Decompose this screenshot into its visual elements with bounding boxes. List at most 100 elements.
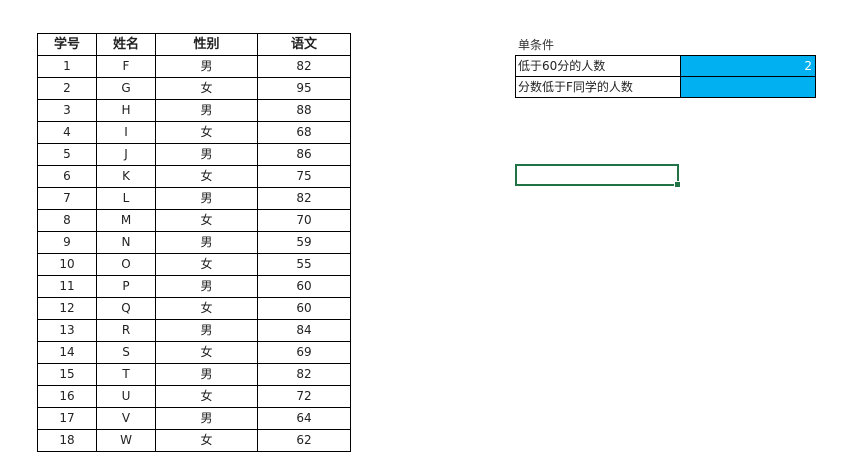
cell-chinese[interactable]: 62 xyxy=(257,429,351,452)
fill-handle[interactable] xyxy=(674,181,681,188)
cell-id[interactable]: 5 xyxy=(37,143,97,166)
table-row: 4 I 女 68 xyxy=(37,121,351,144)
cell-gender[interactable]: 女 xyxy=(155,385,258,408)
cell-id[interactable]: 12 xyxy=(37,297,97,320)
cell-chinese[interactable]: 69 xyxy=(257,341,351,364)
cell-name[interactable]: N xyxy=(96,231,156,254)
cell-gender[interactable]: 男 xyxy=(155,143,258,166)
condition-label[interactable]: 分数低于F同学的人数 xyxy=(515,76,681,98)
table-row: 3 H 男 88 xyxy=(37,99,351,122)
cell-gender[interactable]: 女 xyxy=(155,297,258,320)
cell-name[interactable]: O xyxy=(96,253,156,276)
table-row: 8 M 女 70 xyxy=(37,209,351,232)
cell-name[interactable]: J xyxy=(96,143,156,166)
cell-id[interactable]: 10 xyxy=(37,253,97,276)
cell-id[interactable]: 1 xyxy=(37,55,97,78)
table-row: 2 G 女 95 xyxy=(37,77,351,100)
cell-id[interactable]: 3 xyxy=(37,99,97,122)
cell-gender[interactable]: 男 xyxy=(155,187,258,210)
cell-chinese[interactable]: 64 xyxy=(257,407,351,430)
cell-name[interactable]: G xyxy=(96,77,156,100)
condition-value[interactable] xyxy=(680,76,816,98)
header-gender[interactable]: 性别 xyxy=(155,33,258,56)
cell-id[interactable]: 14 xyxy=(37,341,97,364)
cell-gender[interactable]: 男 xyxy=(155,231,258,254)
table-row: 6 K 女 75 xyxy=(37,165,351,188)
table-row: 13 R 男 84 xyxy=(37,319,351,342)
cell-chinese[interactable]: 72 xyxy=(257,385,351,408)
cell-id[interactable]: 15 xyxy=(37,363,97,386)
table-row: 10 O 女 55 xyxy=(37,253,351,276)
cell-chinese[interactable]: 70 xyxy=(257,209,351,232)
cell-gender[interactable]: 女 xyxy=(155,429,258,452)
cell-chinese[interactable]: 86 xyxy=(257,143,351,166)
cell-id[interactable]: 2 xyxy=(37,77,97,100)
cell-chinese[interactable]: 82 xyxy=(257,187,351,210)
section-title[interactable]: 单条件 xyxy=(518,36,554,53)
cell-chinese[interactable]: 60 xyxy=(257,297,351,320)
cell-name[interactable]: I xyxy=(96,121,156,144)
header-chinese[interactable]: 语文 xyxy=(257,33,351,56)
table-row: 16 U 女 72 xyxy=(37,385,351,408)
cell-name[interactable]: S xyxy=(96,341,156,364)
cell-name[interactable]: K xyxy=(96,165,156,188)
table-row: 5 J 男 86 xyxy=(37,143,351,166)
selected-cell[interactable] xyxy=(515,164,681,188)
cell-id[interactable]: 4 xyxy=(37,121,97,144)
cell-chinese[interactable]: 60 xyxy=(257,275,351,298)
cell-name[interactable]: W xyxy=(96,429,156,452)
cell-id[interactable]: 9 xyxy=(37,231,97,254)
cell-gender[interactable]: 女 xyxy=(155,165,258,188)
cell-name[interactable]: F xyxy=(96,55,156,78)
cell-name[interactable]: P xyxy=(96,275,156,298)
cell-id[interactable]: 17 xyxy=(37,407,97,430)
cell-id[interactable]: 18 xyxy=(37,429,97,452)
cell-gender[interactable]: 男 xyxy=(155,99,258,122)
cell-chinese[interactable]: 95 xyxy=(257,77,351,100)
cell-name[interactable]: V xyxy=(96,407,156,430)
cell-gender[interactable]: 男 xyxy=(155,275,258,298)
cell-chinese[interactable]: 82 xyxy=(257,363,351,386)
cell-id[interactable]: 13 xyxy=(37,319,97,342)
cell-gender[interactable]: 男 xyxy=(155,407,258,430)
cell-chinese[interactable]: 75 xyxy=(257,165,351,188)
cell-name[interactable]: R xyxy=(96,319,156,342)
header-name[interactable]: 姓名 xyxy=(96,33,156,56)
table-row: 14 S 女 69 xyxy=(37,341,351,364)
cell-id[interactable]: 6 xyxy=(37,165,97,188)
condition-row: 分数低于F同学的人数 xyxy=(515,76,816,98)
cell-chinese[interactable]: 84 xyxy=(257,319,351,342)
table-row: 18 W 女 62 xyxy=(37,429,351,452)
cell-chinese[interactable]: 59 xyxy=(257,231,351,254)
table-row: 15 T 男 82 xyxy=(37,363,351,386)
table-header-row: 学号 姓名 性别 语文 xyxy=(37,33,351,56)
cell-chinese[interactable]: 55 xyxy=(257,253,351,276)
condition-label[interactable]: 低于60分的人数 xyxy=(515,55,681,77)
cell-gender[interactable]: 女 xyxy=(155,341,258,364)
cell-id[interactable]: 11 xyxy=(37,275,97,298)
cell-id[interactable]: 8 xyxy=(37,209,97,232)
condition-value[interactable]: 2 xyxy=(680,55,816,77)
cell-chinese[interactable]: 82 xyxy=(257,55,351,78)
cell-name[interactable]: U xyxy=(96,385,156,408)
cell-gender[interactable]: 男 xyxy=(155,319,258,342)
cell-name[interactable]: Q xyxy=(96,297,156,320)
cell-name[interactable]: H xyxy=(96,99,156,122)
table-row: 9 N 男 59 xyxy=(37,231,351,254)
cell-chinese[interactable]: 88 xyxy=(257,99,351,122)
cell-chinese[interactable]: 68 xyxy=(257,121,351,144)
cell-gender[interactable]: 女 xyxy=(155,77,258,100)
cell-gender[interactable]: 男 xyxy=(155,363,258,386)
cell-name[interactable]: T xyxy=(96,363,156,386)
table-body: 1 F 男 82 2 G 女 95 3 H 男 88 4 I 女 68 5 J 男 86 6 K 女 75 7 L 男 82 8 M 女 70… xyxy=(37,55,351,452)
header-id[interactable]: 学号 xyxy=(37,33,97,56)
cell-id[interactable]: 16 xyxy=(37,385,97,408)
cell-id[interactable]: 7 xyxy=(37,187,97,210)
table-row: 1 F 男 82 xyxy=(37,55,351,78)
cell-gender[interactable]: 女 xyxy=(155,121,258,144)
cell-name[interactable]: M xyxy=(96,209,156,232)
cell-gender[interactable]: 女 xyxy=(155,209,258,232)
cell-name[interactable]: L xyxy=(96,187,156,210)
cell-gender[interactable]: 男 xyxy=(155,55,258,78)
cell-gender[interactable]: 女 xyxy=(155,253,258,276)
